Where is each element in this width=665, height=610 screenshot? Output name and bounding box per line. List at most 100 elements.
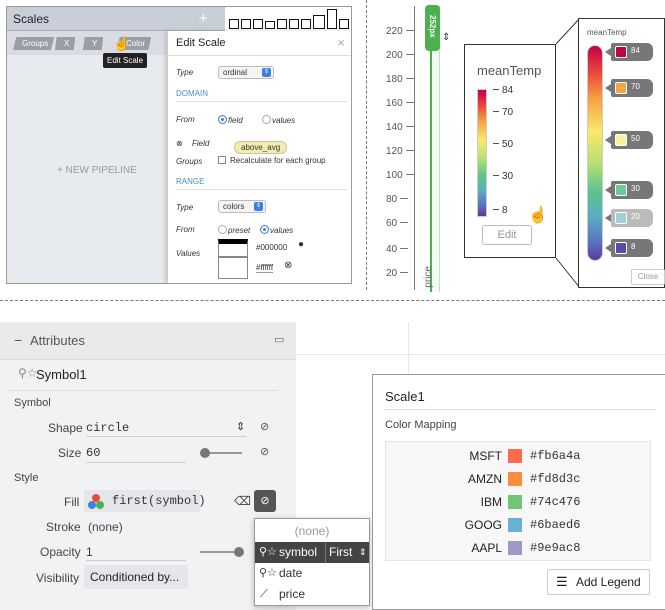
field-dropdown: (none) ⚲☆ symbol First ⇕ ⚲☆ date ⟋ price [254,518,370,606]
visibility-field[interactable]: Conditioned by... [84,565,188,589]
range-type-label: Type [176,203,194,212]
color-swatch-new[interactable] [218,283,248,284]
dropdown-symbol[interactable]: ⚲☆ symbol First ⇕ [255,542,369,563]
chip-groups[interactable]: Groups [13,37,55,50]
window-icon[interactable]: ▭ [274,333,284,346]
scale-panel: Scale1 Color Mapping MSFT #fb6a4a AMZN #fd8… [372,374,665,610]
resize-icon[interactable]: ⇕ [442,32,450,43]
mapping-key: AMZN [468,472,502,486]
encoding-chips: Groups X Y Color [7,31,167,55]
range-values-radio[interactable]: values [260,225,293,235]
range-type-select[interactable]: colors ⇕ [218,200,266,213]
attributes-panel: − Attributes ▭ ⚲☆ Symbol1 Symbol Shape c… [0,322,296,610]
dropdown-price[interactable]: ⟋ price [255,584,369,605]
fill-field[interactable]: first(symbol) [84,490,206,512]
zoom-connector [556,18,580,289]
opacity-slider-knob[interactable] [234,547,244,557]
remove-value-icon[interactable]: ⊗ [284,260,292,271]
type-label: Type [176,68,194,77]
color-mapping-row: AMZN #fd8d3c [386,469,652,489]
range-preset-radio[interactable]: preset [218,225,250,235]
shape-select[interactable]: circle [86,421,129,435]
y-tick-label: 60 [386,218,409,229]
y-tick-label: 200 [386,50,414,61]
mapping-hex[interactable]: #6baed6 [530,518,580,532]
field-tag[interactable]: above_avg [234,141,288,154]
legend-stop-value: 84 [631,46,640,55]
legend-tick: 84 [493,85,513,96]
color-mapping-table: MSFT #fb6a4a AMZN #fd8d3c IBM #74c476 GOOG #6ba… [385,441,651,561]
y-tick-label: 140 [386,122,414,133]
mapping-swatch[interactable] [508,449,522,463]
type-select[interactable]: ordinal ⇕ [218,66,274,79]
dropdown-date[interactable]: ⚲☆ date [255,563,369,584]
new-pipeline-link[interactable]: + NEW PIPELINE [57,165,137,176]
mapping-hex[interactable]: #fb6a4a [530,449,580,463]
pipeline-area: + NEW PIPELINE [7,55,167,283]
scales-title: Scales [13,12,50,26]
y-tick-label: 40 [386,244,409,255]
size-slider-knob[interactable] [200,448,210,458]
size-input[interactable]: 60 [86,446,100,460]
legend-title: meanTemp [477,63,542,78]
legend-stop-bubble[interactable]: 84 [605,43,653,61]
from-field-radio[interactable]: field [218,115,243,125]
from-values-radio[interactable]: values [262,115,295,125]
select-arrows-icon[interactable]: ⇕ [236,420,245,433]
divider-vertical [366,0,367,290]
remove-field-icon[interactable]: ⊗ [176,139,183,148]
chip-x[interactable]: X [55,37,76,50]
opacity-input[interactable]: 1 [86,545,93,559]
legend-stop-bubble[interactable]: 70 [605,79,653,97]
dialog-title: Edit Scale [176,37,226,49]
remove-value-icon[interactable]: ● [298,239,304,250]
link-icon[interactable]: ⊘ [260,420,269,433]
color-value-2[interactable]: #ffffff [256,263,274,273]
mapping-hex[interactable]: #9e9ac8 [530,541,580,555]
y-axis-line [414,6,415,290]
chip-y[interactable]: Y [83,37,104,50]
recalc-checkbox[interactable]: Recalculate for each group [218,156,326,165]
size-label: Size [58,446,82,460]
hand-cursor-icon: ☝ [528,207,548,224]
legend-stop-bubble[interactable]: 50 [605,131,653,149]
legend-stop-swatch [615,46,627,58]
mapping-swatch[interactable] [508,518,522,532]
legend-detail: meanTemp 84 70 50 30 20 8 Close [578,18,665,288]
legend-stop-value: 70 [631,82,640,91]
edit-legend-button[interactable]: Edit [482,225,532,245]
mapping-swatch[interactable] [508,541,522,555]
legend-stop-swatch [615,134,627,146]
mapping-swatch[interactable] [508,472,522,486]
legend-preview: meanTemp 84 70 50 30 8 Edit [464,44,556,258]
color-value-1[interactable]: #000000 [256,243,287,252]
legend-stop-bubble[interactable]: 30 [605,181,653,199]
mapping-hex[interactable]: #fd8d3c [530,472,580,486]
add-legend-button[interactable]: ☰ Add Legend [547,569,650,595]
legend-stop-value: 20 [631,212,640,221]
dropdown-none[interactable]: (none) [255,521,369,542]
field-label: Field [192,139,210,148]
legend-stop-bubble[interactable]: 20 [605,209,653,227]
stroke-value[interactable]: (none) [88,520,123,534]
legend-editor-panel: 220 200 180 160 140 120 100 80 60 40 20 252px ⇕ pr… [378,0,665,292]
legend-gradient [477,89,487,217]
add-scale-button[interactable]: + [199,10,208,27]
legend-stop-bubble[interactable]: 8 [605,239,653,257]
section-symbol: Symbol [14,397,51,409]
shape-label: Shape [48,421,83,435]
close-button[interactable]: Close [631,269,665,285]
color-swatch-black[interactable] [218,239,248,257]
mapping-key: AAPL [471,541,502,555]
collapse-icon[interactable]: − [14,332,22,348]
link-icon[interactable]: ⊘ [260,445,269,458]
eraser-icon[interactable]: ⌫ [234,494,251,508]
unlink-button[interactable]: ⊘ [254,490,276,512]
close-icon[interactable]: × [337,35,345,50]
mapping-hex[interactable]: #74c476 [530,495,580,509]
edit-scale-dialog: Edit Scale × Type ordinal ⇕ DOMAIN From f… [167,31,351,284]
brush-handle[interactable]: 252px [425,5,440,51]
color-mapping-row: AAPL #9e9ac8 [386,538,652,558]
color-swatch-white[interactable] [218,257,248,279]
mapping-swatch[interactable] [508,495,522,509]
